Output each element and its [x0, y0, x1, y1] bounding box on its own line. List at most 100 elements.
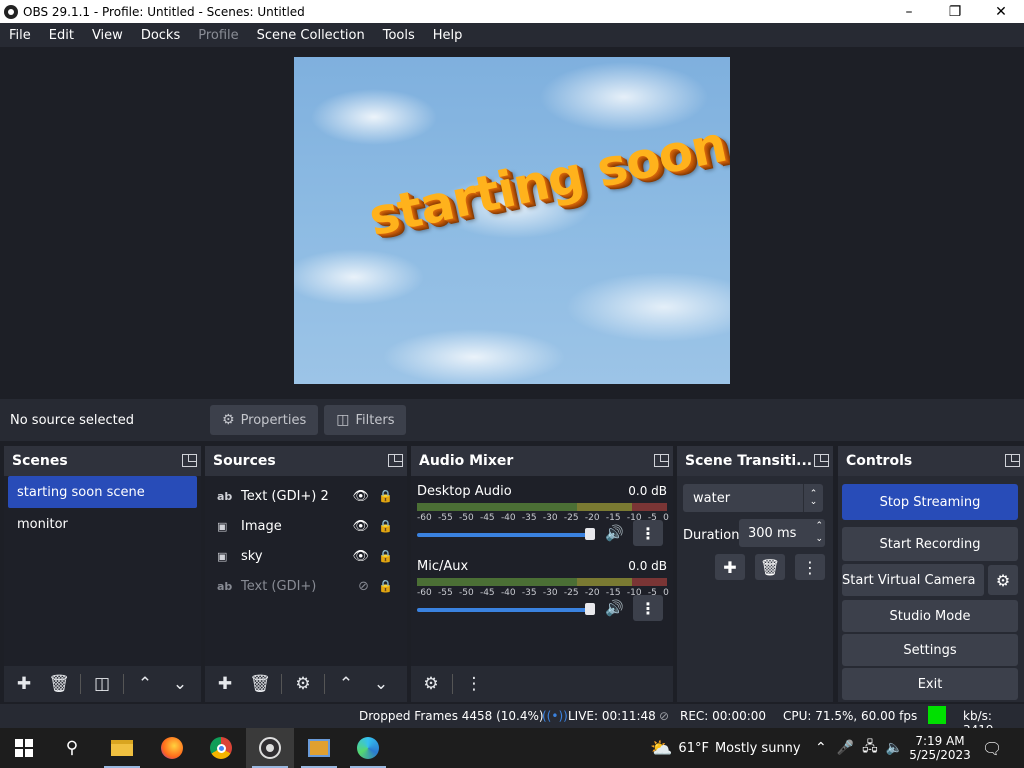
source-item[interactable]: ▣ Image 👁 🔒 — [205, 511, 407, 541]
visibility-eye-icon[interactable]: 👁 — [352, 489, 369, 504]
undock-icon[interactable] — [654, 454, 669, 467]
menu-help[interactable]: Help — [424, 28, 472, 43]
sources-title: Sources — [213, 453, 276, 469]
image-source-icon: ▣ — [217, 549, 228, 563]
filters-button[interactable]: ◫ Filters — [324, 405, 407, 435]
stop-streaming-button[interactable]: Stop Streaming — [842, 484, 1018, 520]
source-name: sky — [241, 548, 263, 564]
app-window-icon[interactable] — [295, 728, 343, 768]
volume-slider-thumb[interactable] — [585, 528, 595, 540]
duration-spinbox[interactable]: 300 ms ⌃ ⌄ — [739, 519, 825, 547]
scene-item-monitor[interactable]: monitor — [8, 508, 197, 540]
exit-button[interactable]: Exit — [842, 668, 1018, 700]
studio-mode-button[interactable]: Studio Mode — [842, 600, 1018, 632]
volume-slider-thumb[interactable] — [585, 603, 595, 615]
search-icon[interactable]: ⚲ — [48, 728, 96, 768]
source-item[interactable]: ▣ sky 👁 🔒 — [205, 541, 407, 571]
menu-tools[interactable]: Tools — [374, 28, 424, 43]
source-item[interactable]: ab Text (GDI+) ⊘ 🔒 — [205, 571, 407, 601]
network-icon[interactable]: 🖧 — [862, 736, 878, 760]
title-bar: OBS 29.1.1 - Profile: Untitled - Scenes:… — [0, 0, 1024, 23]
obs-taskbar-icon[interactable] — [246, 728, 294, 768]
controls-body: Stop Streaming Start Recording Start Vir… — [838, 476, 1024, 702]
clock[interactable]: 7:19 AM 5/25/2023 — [909, 728, 971, 768]
menu-profile[interactable]: Profile — [189, 28, 247, 43]
separator — [452, 674, 453, 694]
chrome-icon[interactable] — [197, 728, 245, 768]
transition-menu-button[interactable]: ⋮ — [795, 554, 825, 580]
visibility-eye-icon[interactable]: 👁 — [352, 549, 369, 564]
firefox-icon[interactable] — [148, 728, 196, 768]
remove-transition-button[interactable]: 🗑 — [755, 554, 785, 580]
start-recording-button[interactable]: Start Recording — [842, 527, 1018, 561]
move-source-up-button[interactable]: ⌃ — [332, 670, 360, 698]
volume-icon[interactable]: 🔈 — [886, 740, 903, 756]
scenes-dock: Scenes starting soon scene monitor ✚ 🗑 ◫… — [4, 446, 201, 702]
lock-icon[interactable]: 🔒 — [378, 549, 393, 563]
virtual-camera-gear-icon[interactable]: ⚙ — [988, 565, 1018, 595]
mixer-menu-button[interactable]: ⋮ — [460, 670, 488, 698]
lock-icon[interactable]: 🔒 — [378, 519, 393, 533]
menu-scene-collection[interactable]: Scene Collection — [248, 28, 374, 43]
move-scene-up-button[interactable]: ⌃ — [131, 670, 159, 698]
selected-source-status: No source selected — [10, 412, 134, 428]
file-explorer-icon[interactable] — [98, 728, 146, 768]
add-scene-button[interactable]: ✚ — [10, 670, 38, 698]
move-scene-down-button[interactable]: ⌄ — [166, 670, 194, 698]
lock-icon[interactable]: 🔒 — [378, 489, 393, 503]
source-properties-button[interactable]: ⚙ — [289, 670, 317, 698]
audio-mixer-footer: ⚙ ⋮ — [411, 666, 673, 702]
window-title: OBS 29.1.1 - Profile: Untitled - Scenes:… — [23, 4, 305, 19]
duration-label: Duration — [683, 528, 740, 543]
preview-canvas[interactable]: starting soon — [294, 57, 730, 384]
source-item[interactable]: ab Text (GDI+) 2 👁 🔒 — [205, 481, 407, 511]
add-source-button[interactable]: ✚ — [211, 670, 239, 698]
remove-scene-button[interactable]: 🗑 — [45, 670, 73, 698]
speaker-icon[interactable]: 🔊 — [605, 599, 624, 617]
channel-menu-button[interactable]: ⋮ — [633, 595, 663, 621]
notification-icon[interactable]: 🗨 — [982, 728, 1002, 768]
start-virtual-camera-button[interactable]: Start Virtual Camera — [842, 564, 984, 596]
scene-filters-button[interactable]: ◫ — [88, 670, 116, 698]
chevron-up-icon[interactable]: ⌃ — [815, 740, 827, 756]
transition-select[interactable]: water ⌃ ⌄ — [683, 484, 823, 512]
add-transition-button[interactable]: ✚ — [715, 554, 745, 580]
lock-icon[interactable]: 🔒 — [378, 579, 393, 593]
speaker-icon[interactable]: 🔊 — [605, 524, 624, 542]
volume-slider[interactable] — [417, 533, 593, 537]
volume-slider[interactable] — [417, 608, 593, 612]
properties-button[interactable]: ⚙ Properties — [210, 405, 319, 435]
minimize-button[interactable]: – — [886, 0, 932, 23]
scene-item-starting-soon[interactable]: starting soon scene — [8, 476, 197, 508]
weather-temp: 61°F — [678, 740, 709, 756]
menu-edit[interactable]: Edit — [40, 28, 83, 43]
menu-view[interactable]: View — [83, 28, 132, 43]
move-source-down-button[interactable]: ⌄ — [367, 670, 395, 698]
start-button[interactable] — [0, 728, 48, 768]
level-meter — [417, 578, 667, 586]
undock-icon[interactable] — [1005, 454, 1020, 467]
controls-dock: Controls Stop Streaming Start Recording … — [838, 446, 1024, 702]
spin-arrows-icon[interactable]: ⌃ ⌄ — [815, 519, 823, 546]
hidden-eye-icon[interactable]: ⊘ — [358, 579, 369, 594]
level-meter — [417, 503, 667, 511]
source-toolbar: No source selected ⚙ Properties ◫ Filter… — [0, 399, 1024, 441]
preview-area: starting soon — [0, 47, 1024, 399]
undock-icon[interactable] — [388, 454, 403, 467]
advanced-audio-gear-icon[interactable]: ⚙ — [417, 670, 445, 698]
menu-docks[interactable]: Docks — [132, 28, 189, 43]
settings-button[interactable]: Settings — [842, 634, 1018, 666]
audio-channel-desktop: Desktop Audio 0.0 dB -60 -55 -50 -45 -40 -35-… — [411, 476, 673, 551]
close-button[interactable]: ✕ — [978, 0, 1024, 23]
channel-menu-button[interactable]: ⋮ — [633, 520, 663, 546]
maximize-button[interactable]: ❐ — [932, 0, 978, 23]
separator — [80, 674, 81, 694]
weather-widget[interactable]: ⛅ 61°F Mostly sunny — [650, 728, 801, 768]
remove-source-button[interactable]: 🗑 — [246, 670, 274, 698]
microphone-icon[interactable]: 🎤 — [837, 740, 854, 756]
visibility-eye-icon[interactable]: 👁 — [352, 519, 369, 534]
undock-icon[interactable] — [814, 454, 829, 467]
edge-icon[interactable] — [344, 728, 392, 768]
menu-file[interactable]: File — [0, 28, 40, 43]
undock-icon[interactable] — [182, 454, 197, 467]
